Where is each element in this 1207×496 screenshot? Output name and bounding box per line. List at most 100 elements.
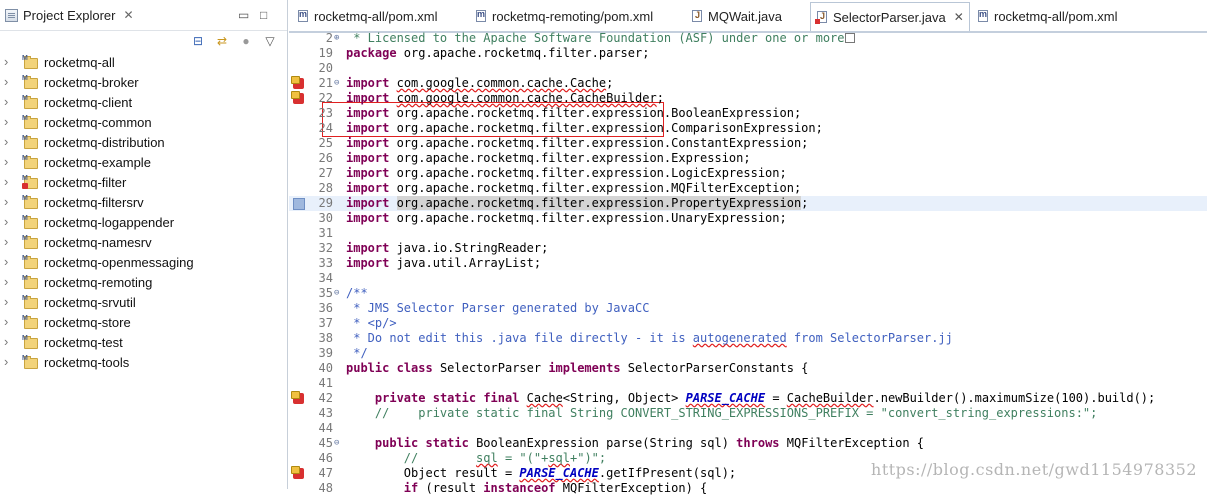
maven-project-icon: M bbox=[22, 255, 38, 269]
chevron-right-icon[interactable]: › bbox=[4, 52, 14, 72]
code-line-37[interactable]: 37 * <p/> bbox=[289, 316, 1207, 331]
tree-item-rocketmq-common[interactable]: › Mrocketmq-common bbox=[0, 112, 286, 132]
chevron-right-icon[interactable]: › bbox=[4, 292, 14, 312]
code-line-44[interactable]: 44 bbox=[289, 421, 1207, 436]
code-line-34[interactable]: 34 bbox=[289, 271, 1207, 286]
editor-tab-4[interactable]: rocketmq-all/pom.xml bbox=[972, 3, 1132, 29]
chevron-right-icon[interactable]: › bbox=[4, 272, 14, 292]
expand-icon[interactable]: ⊕ bbox=[334, 31, 339, 46]
code-line-28[interactable]: 28 import org.apache.rocketmq.filter.expr… bbox=[289, 181, 1207, 196]
code-line-38[interactable]: 38 * Do not edit this .java file directl… bbox=[289, 331, 1207, 346]
code-editor[interactable]: 2 ⊕ * Licensed to the Apache Software Fou… bbox=[289, 31, 1207, 495]
code-line-30[interactable]: 30 import org.apache.rocketmq.filter.expr… bbox=[289, 211, 1207, 226]
focus-icon[interactable]: ● bbox=[239, 34, 253, 48]
close-icon[interactable]: ✕ bbox=[123, 8, 133, 22]
tree-item-rocketmq-logappender[interactable]: › Mrocketmq-logappender bbox=[0, 212, 286, 232]
code-line-24[interactable]: 24 import org.apache.rocketmq.filter.expr… bbox=[289, 121, 1207, 136]
tree-item-label: rocketmq-openmessaging bbox=[44, 254, 194, 270]
chevron-right-icon[interactable]: › bbox=[4, 332, 14, 352]
tree-item-rocketmq-all[interactable]: › Mrocketmq-all bbox=[0, 52, 286, 72]
code-line-36[interactable]: 36 * JMS Selector Parser generated by Ja… bbox=[289, 301, 1207, 316]
editor-tab-0[interactable]: rocketmq-all/pom.xml bbox=[292, 3, 467, 29]
tree-item-rocketmq-remoting[interactable]: › Mrocketmq-remoting bbox=[0, 272, 286, 292]
tree-item-rocketmq-namesrv[interactable]: › Mrocketmq-namesrv bbox=[0, 232, 286, 252]
close-icon[interactable]: ✕ bbox=[954, 10, 964, 24]
error-marker-icon[interactable] bbox=[291, 91, 304, 104]
folded-region-icon[interactable] bbox=[844, 33, 855, 43]
tree-item-rocketmq-filter[interactable]: › Mrocketmq-filter bbox=[0, 172, 286, 192]
collapse-icon[interactable]: ⊖ bbox=[334, 286, 339, 301]
chevron-right-icon[interactable]: › bbox=[4, 212, 14, 232]
code-text: public class SelectorParser implements S… bbox=[346, 361, 809, 375]
tree-item-rocketmq-srvutil[interactable]: › Mrocketmq-srvutil bbox=[0, 292, 286, 312]
link-with-editor-icon[interactable]: ⇄ bbox=[215, 34, 229, 48]
error-marker-icon[interactable] bbox=[291, 76, 304, 89]
maximize-icon[interactable]: □ bbox=[260, 8, 267, 22]
collapse-all-icon[interactable]: ⊟ bbox=[191, 34, 205, 48]
chevron-right-icon[interactable]: › bbox=[4, 152, 14, 172]
chevron-right-icon[interactable]: › bbox=[4, 192, 14, 212]
chevron-right-icon[interactable]: › bbox=[4, 72, 14, 92]
view-menu-icon[interactable]: ▽ bbox=[263, 34, 277, 48]
tree-item-rocketmq-client[interactable]: › Mrocketmq-client bbox=[0, 92, 286, 112]
code-line-23[interactable]: 23 import org.apache.rocketmq.filter.expr… bbox=[289, 106, 1207, 121]
tree-item-rocketmq-example[interactable]: › Mrocketmq-example bbox=[0, 152, 286, 172]
code-line-27[interactable]: 27 import org.apache.rocketmq.filter.expr… bbox=[289, 166, 1207, 181]
tree-item-rocketmq-filtersrv[interactable]: › Mrocketmq-filtersrv bbox=[0, 192, 286, 212]
tree-item-rocketmq-broker[interactable]: › Mrocketmq-broker bbox=[0, 72, 286, 92]
code-text: package org.apache.rocketmq.filter.parse… bbox=[346, 46, 650, 60]
code-line-39[interactable]: 39 */ bbox=[289, 346, 1207, 361]
code-text: import org.apache.rocketmq.filter.expres… bbox=[346, 181, 802, 195]
code-line-2[interactable]: 2 ⊕ * Licensed to the Apache Software Fou… bbox=[289, 31, 1207, 46]
editor-tab-label: rocketmq-remoting/pom.xml bbox=[492, 8, 654, 24]
chevron-right-icon[interactable]: › bbox=[4, 112, 14, 132]
code-text: import com.google.common.cache.Cache; bbox=[346, 76, 614, 90]
tree-item-rocketmq-tools[interactable]: › Mrocketmq-tools bbox=[0, 352, 286, 372]
code-line-40[interactable]: 40 public class SelectorParser implements… bbox=[289, 361, 1207, 376]
code-line-31[interactable]: 31 bbox=[289, 226, 1207, 241]
occurrence-marker-icon[interactable] bbox=[293, 198, 305, 210]
tree-item-label: rocketmq-test bbox=[44, 334, 123, 350]
chevron-right-icon[interactable]: › bbox=[4, 172, 14, 192]
error-marker-icon[interactable] bbox=[291, 466, 304, 479]
code-line-45[interactable]: 45 ⊖ public static BooleanExpression pars… bbox=[289, 436, 1207, 451]
tree-item-label: rocketmq-example bbox=[44, 154, 151, 170]
tree-item-rocketmq-openmessaging[interactable]: › Mrocketmq-openmessaging bbox=[0, 252, 286, 272]
error-marker-icon[interactable] bbox=[291, 391, 304, 404]
code-line-33[interactable]: 33 import java.util.ArrayList; bbox=[289, 256, 1207, 271]
line-number: 40 bbox=[318, 361, 333, 375]
code-line-26[interactable]: 26 import org.apache.rocketmq.filter.expr… bbox=[289, 151, 1207, 166]
editor-tab-3[interactable]: SelectorParser.java ✕ bbox=[810, 2, 970, 31]
chevron-right-icon[interactable]: › bbox=[4, 312, 14, 332]
code-line-20[interactable]: 20 bbox=[289, 61, 1207, 76]
code-line-35[interactable]: 35 ⊖ /** bbox=[289, 286, 1207, 301]
code-line-25[interactable]: 25 import org.apache.rocketmq.filter.expr… bbox=[289, 136, 1207, 151]
tree-item-label: rocketmq-namesrv bbox=[44, 234, 152, 250]
code-line-41[interactable]: 41 bbox=[289, 376, 1207, 391]
chevron-right-icon[interactable]: › bbox=[4, 352, 14, 372]
minimize-icon[interactable]: ▭ bbox=[238, 8, 249, 22]
line-number: 28 bbox=[318, 181, 333, 195]
code-line-32[interactable]: 32 import java.io.StringReader; bbox=[289, 241, 1207, 256]
code-line-22[interactable]: 22 import com.google.common.cache.CacheBu… bbox=[289, 91, 1207, 106]
code-line-29[interactable]: 29 import org.apache.rocketmq.filter.expr… bbox=[289, 196, 1207, 211]
chevron-right-icon[interactable]: › bbox=[4, 132, 14, 152]
line-number: 23 bbox=[318, 106, 333, 120]
editor-tab-1[interactable]: rocketmq-remoting/pom.xml bbox=[470, 3, 684, 29]
tree-item-rocketmq-distribution[interactable]: › Mrocketmq-distribution bbox=[0, 132, 286, 152]
collapse-icon[interactable]: ⊖ bbox=[334, 436, 339, 451]
project-explorer-tab[interactable]: Project Explorer ✕ bbox=[0, 0, 140, 30]
code-line-21[interactable]: 21 ⊖ import com.google.common.cache.Cache; bbox=[289, 76, 1207, 91]
chevron-right-icon[interactable]: › bbox=[4, 252, 14, 272]
chevron-right-icon[interactable]: › bbox=[4, 232, 14, 252]
code-line-43[interactable]: 43 // private static final String CONVER… bbox=[289, 406, 1207, 421]
code-line-19[interactable]: 19 package org.apache.rocketmq.filter.par… bbox=[289, 46, 1207, 61]
editor-area: rocketmq-all/pom.xml rocketmq-remoting/po… bbox=[289, 0, 1207, 495]
collapse-icon[interactable]: ⊖ bbox=[334, 76, 339, 91]
tree-item-rocketmq-store[interactable]: › Mrocketmq-store bbox=[0, 312, 286, 332]
editor-tab-2[interactable]: MQWait.java bbox=[686, 3, 808, 29]
chevron-right-icon[interactable]: › bbox=[4, 92, 14, 112]
code-line-42[interactable]: 42 private static final Cache<String, Ob… bbox=[289, 391, 1207, 406]
code-text: * JMS Selector Parser generated by JavaC… bbox=[346, 301, 650, 315]
tree-item-rocketmq-test[interactable]: › Mrocketmq-test bbox=[0, 332, 286, 352]
